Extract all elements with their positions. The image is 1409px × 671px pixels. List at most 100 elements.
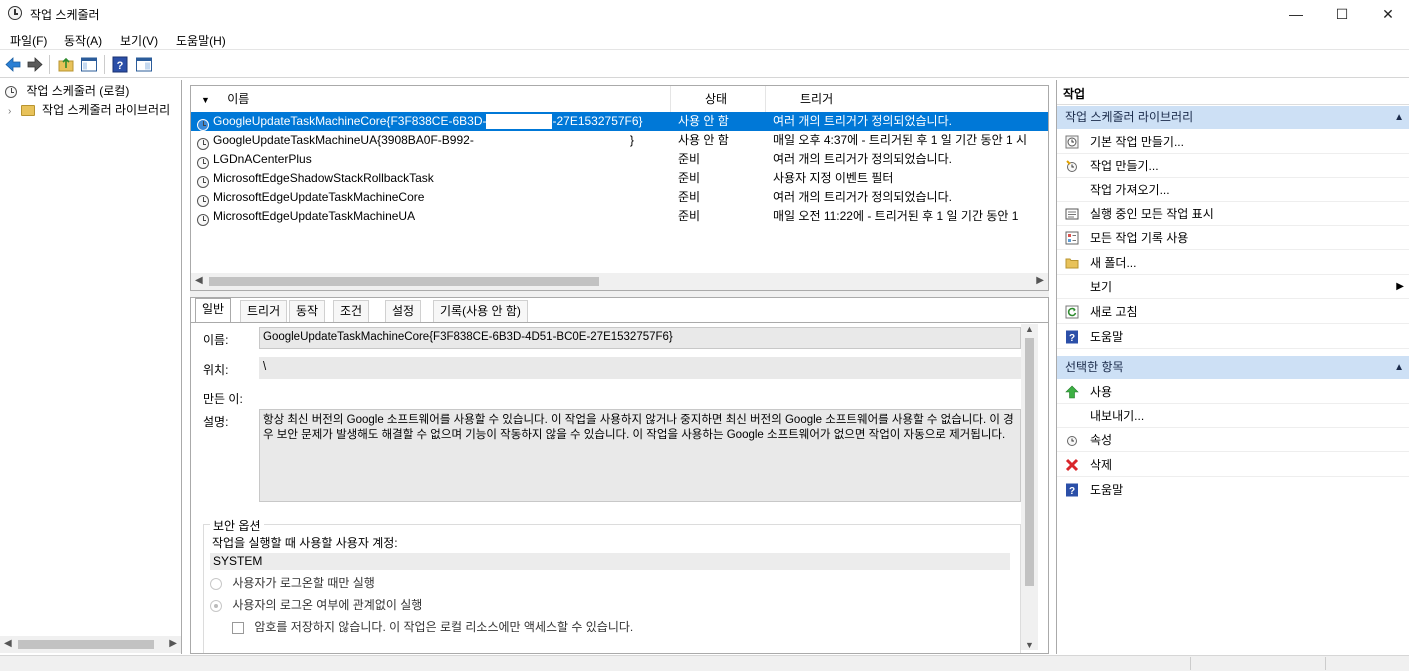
action-refresh[interactable]: 새로 고침 — [1057, 300, 1409, 324]
tab-history[interactable]: 기록(사용 안 함) — [433, 300, 528, 322]
task-row[interactable]: MicrosoftEdgeShadowStackRollbackTask 준비 … — [191, 169, 1048, 188]
menu-view[interactable]: 보기(V) — [120, 32, 158, 49]
back-arrow-icon[interactable] — [4, 56, 22, 73]
maximize-button[interactable]: ☐ — [1319, 0, 1365, 28]
column-header-status[interactable]: 상태 — [671, 86, 766, 112]
scroll-left-arrow-icon[interactable]: ◀ — [195, 275, 203, 286]
section-task-scheduler-library[interactable]: 작업 스케줄러 라이브러리 ▲ — [1057, 106, 1409, 129]
delete-x-icon — [1065, 458, 1079, 472]
library-folder-icon — [20, 105, 35, 117]
history-icon — [1065, 231, 1079, 245]
tab-actions[interactable]: 동작 — [289, 300, 326, 322]
run-as-account-label: 작업을 실행할 때 사용할 사용자 계정: — [212, 536, 398, 550]
properties-clock-icon — [1067, 436, 1077, 446]
collapse-up-icon[interactable]: ▲ — [1394, 356, 1404, 379]
task-row[interactable]: GoogleUpdateTaskMachineCore{F3F838CE-6B3… — [191, 112, 1048, 131]
actions-pane: 작업 작업 스케줄러 라이브러리 ▲ 기본 작업 만들기... 작업 만들기..… — [1056, 80, 1409, 654]
scroll-left-arrow-icon[interactable]: ◀ — [4, 638, 12, 649]
action-create-task[interactable]: 작업 만들기... — [1057, 154, 1409, 178]
clock-icon — [5, 85, 17, 98]
scroll-thumb[interactable] — [1025, 338, 1034, 586]
expand-chevron-icon[interactable]: › — [8, 106, 11, 117]
location-field[interactable]: \ — [259, 357, 1021, 379]
action-display-running-tasks[interactable]: 실행 중인 모든 작업 표시 — [1057, 202, 1409, 226]
task-row[interactable]: MicrosoftEdgeUpdateTaskMachineCore 준비 여러… — [191, 188, 1048, 207]
action-create-basic-task[interactable]: 기본 작업 만들기... — [1057, 130, 1409, 154]
task-detail-pane: 일반 트리거 동작 조건 설정 기록(사용 안 함) 이름: GoogleUpd… — [190, 297, 1049, 654]
scroll-up-arrow-icon[interactable]: ▲ — [1025, 324, 1034, 334]
scroll-thumb[interactable] — [18, 640, 154, 649]
task-clock-icon — [197, 156, 209, 169]
description-field[interactable]: 항상 최신 버전의 Google 소프트웨어를 사용할 수 있습니다. 이 작업… — [259, 409, 1021, 502]
section-selected-item[interactable]: 선택한 항목 ▲ — [1057, 356, 1409, 379]
security-options-legend: 보안 옵션 — [210, 517, 264, 534]
column-header-trigger[interactable]: 트리거 — [766, 86, 1048, 112]
submenu-arrow-icon: ▶ — [1396, 281, 1404, 292]
task-row[interactable]: LGDnACenterPlus 준비 여러 개의 트리거가 정의되었습니다. — [191, 150, 1048, 169]
action-help-selected[interactable]: ? 도움말 — [1057, 478, 1409, 502]
scroll-down-arrow-icon[interactable]: ▼ — [1025, 640, 1034, 650]
enable-up-arrow-icon — [1065, 385, 1079, 399]
action-new-folder[interactable]: 새 폴더... — [1057, 251, 1409, 275]
tab-general[interactable]: 일반 — [195, 298, 232, 322]
name-field[interactable]: GoogleUpdateTaskMachineCore{F3F838CE-6B3… — [259, 327, 1021, 349]
collapse-up-icon[interactable]: ▲ — [1394, 106, 1404, 129]
svg-text:?: ? — [117, 60, 124, 72]
tree-root-task-scheduler-local[interactable]: 작업 스케줄러 (로컬) — [5, 82, 129, 100]
column-header-name[interactable]: ▼ 이름 — [191, 86, 671, 112]
tab-triggers[interactable]: 트리거 — [240, 300, 288, 322]
checkbox[interactable] — [232, 621, 244, 634]
task-list-horizontal-scrollbar[interactable]: ◀ ▶ — [191, 273, 1048, 290]
scroll-right-arrow-icon[interactable]: ▶ — [169, 638, 177, 649]
new-folder-icon — [1065, 258, 1079, 269]
description-label: 설명: — [203, 415, 229, 429]
action-import-task[interactable]: 작업 가져오기... — [1057, 178, 1409, 202]
radio-run-only-logged-on[interactable]: 사용자가 로그온할 때만 실행 — [210, 574, 375, 591]
show-hide-action-pane-icon[interactable] — [135, 56, 153, 73]
tree-horizontal-scrollbar[interactable]: ◀ ▶ — [0, 636, 181, 653]
up-folder-icon[interactable] — [57, 56, 75, 73]
author-field[interactable] — [259, 386, 1021, 408]
task-row[interactable]: GoogleUpdateTaskMachineUA{3908BA0F-B992-… — [191, 131, 1048, 150]
forward-arrow-icon[interactable] — [26, 56, 44, 73]
tab-conditions[interactable]: 조건 — [333, 300, 370, 322]
action-enable[interactable]: 사용 — [1057, 380, 1409, 404]
close-button[interactable]: ✕ — [1365, 0, 1409, 28]
task-row[interactable]: MicrosoftEdgeUpdateTaskMachineUA 준비 매일 오… — [191, 207, 1048, 226]
author-label: 만든 이: — [203, 392, 243, 406]
task-clock-icon — [197, 137, 209, 150]
name-label: 이름: — [203, 333, 229, 347]
menu-help[interactable]: 도움말(H) — [176, 32, 226, 49]
radio-button[interactable] — [210, 599, 222, 612]
show-hide-console-tree-icon[interactable] — [80, 56, 98, 73]
svg-text:?: ? — [1069, 486, 1075, 497]
action-enable-all-tasks-history[interactable]: 모든 작업 기록 사용 — [1057, 226, 1409, 250]
task-scheduler-app-icon — [8, 6, 22, 20]
radio-run-whether-logged-on[interactable]: 사용자의 로그온 여부에 관계없이 실행 — [210, 596, 422, 613]
menu-file[interactable]: 파일(F) — [10, 32, 47, 49]
basic-task-icon — [1065, 135, 1079, 149]
action-delete[interactable]: 삭제 — [1057, 453, 1409, 477]
action-properties[interactable]: 속성 — [1057, 428, 1409, 452]
detail-vertical-scrollbar[interactable]: ▲ ▼ — [1021, 324, 1038, 650]
task-clock-icon — [197, 175, 209, 188]
help-icon[interactable]: ? — [111, 56, 129, 73]
scroll-right-arrow-icon[interactable]: ▶ — [1036, 275, 1044, 286]
action-help[interactable]: ? 도움말 — [1057, 325, 1409, 349]
actions-pane-title: 작업 — [1057, 83, 1409, 105]
scroll-thumb[interactable] — [209, 277, 599, 286]
tab-settings[interactable]: 설정 — [385, 300, 422, 322]
tree-item-task-scheduler-library[interactable]: › 작업 스케줄러 라이브러리 — [8, 101, 170, 119]
redacted-text — [486, 114, 553, 130]
radio-button[interactable] — [210, 577, 222, 590]
menu-action[interactable]: 동작(A) — [64, 32, 102, 49]
action-export[interactable]: 내보내기... — [1057, 404, 1409, 428]
run-as-account-value: SYSTEM — [210, 553, 1010, 570]
location-label: 위치: — [203, 363, 229, 377]
checkbox-do-not-store-password[interactable]: 암호를 저장하지 않습니다. 이 작업은 로컬 리소스에만 액세스할 수 있습니… — [232, 618, 633, 635]
sort-down-icon: ▼ — [201, 95, 210, 105]
minimize-button[interactable]: — — [1273, 0, 1319, 28]
title-bar: 작업 스케줄러 — ☐ ✕ — [0, 0, 1409, 28]
action-view[interactable]: 보기 ▶ — [1057, 275, 1409, 299]
running-tasks-icon — [1065, 208, 1079, 220]
